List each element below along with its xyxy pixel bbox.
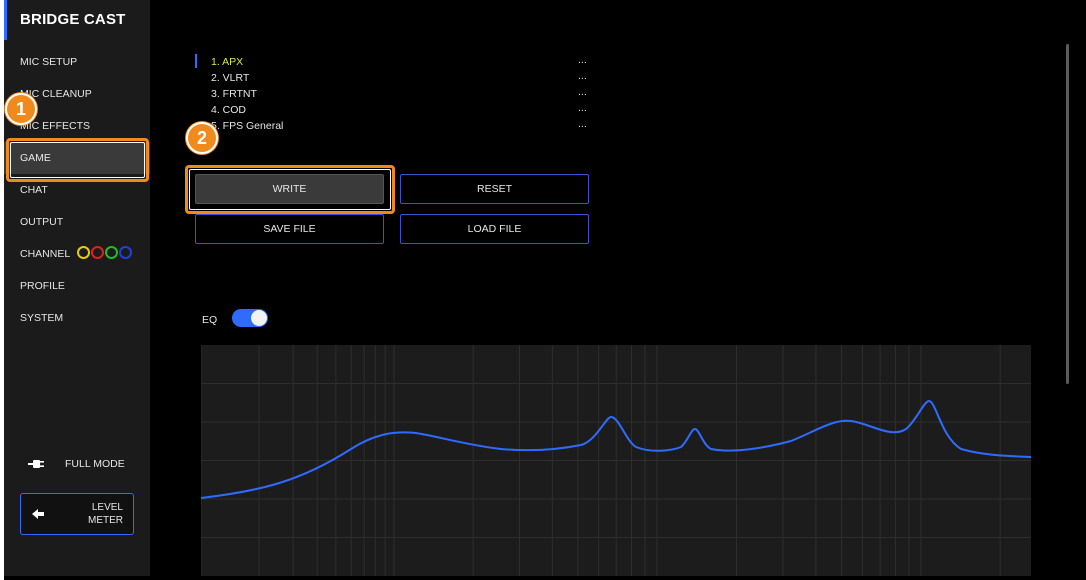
sidebar-item-game[interactable]: GAME	[4, 142, 150, 174]
preset-label: 5. FPS General	[211, 120, 284, 132]
level-meter-button[interactable]: LEVEL METER	[20, 493, 134, 535]
sidebar-item-label: PROFILE	[20, 280, 65, 292]
sidebar: BRIDGE CAST MIC SETUP MIC CLEANUP MIC EF…	[4, 0, 150, 576]
toggle-knob	[251, 310, 267, 326]
arrow-left-icon	[32, 509, 44, 519]
plug-icon	[28, 460, 44, 468]
channel-ring-red-icon	[90, 246, 104, 260]
sidebar-item-label: OUTPUT	[20, 216, 64, 228]
level-meter-label-line2: METER	[88, 515, 123, 526]
eq-graph[interactable]	[201, 345, 1031, 576]
write-button[interactable]: WRITE	[195, 174, 384, 204]
preset-item-vlrt[interactable]: 2. VLRT...	[195, 70, 595, 86]
preset-value: ...	[578, 102, 587, 114]
preset-item-fps-general[interactable]: 5. FPS General...	[195, 118, 595, 134]
sidebar-item-label: CHANNEL	[20, 248, 70, 260]
sidebar-item-channel[interactable]: CHANNEL	[4, 238, 150, 270]
sidebar-item-label: MIC SETUP	[20, 56, 78, 68]
full-mode-toggle[interactable]: FULL MODE	[4, 450, 150, 478]
channel-ring-yellow-icon	[76, 246, 90, 260]
preset-label: 3. FRTNT	[211, 88, 257, 100]
preset-item-frtnt[interactable]: 3. FRTNT...	[195, 86, 595, 102]
preset-list: 1. APX... 2. VLRT... 3. FRTNT... 4. COD.…	[195, 54, 595, 134]
sidebar-item-label: GAME	[20, 152, 51, 164]
scrollbar[interactable]	[1066, 44, 1069, 384]
preset-value: ...	[578, 86, 587, 98]
level-meter-label-line1: LEVEL	[91, 502, 123, 513]
save-file-button[interactable]: SAVE FILE	[195, 214, 384, 244]
preset-value: ...	[578, 118, 587, 130]
sidebar-item-profile[interactable]: PROFILE	[4, 270, 150, 302]
eq-toggle[interactable]	[232, 309, 268, 327]
sidebar-item-output[interactable]: OUTPUT	[4, 206, 150, 238]
sidebar-item-label: CHAT	[20, 184, 48, 196]
channel-ring-blue-icon	[118, 246, 132, 260]
preset-item-apx[interactable]: 1. APX...	[195, 54, 595, 70]
channel-ring-green-icon	[104, 246, 118, 260]
callout-badge-1: 1	[5, 93, 37, 125]
preset-label: 1. APX	[211, 56, 244, 68]
sidebar-item-label: SYSTEM	[20, 312, 64, 324]
callout-badge-2: 2	[186, 122, 218, 154]
preset-label: 2. VLRT	[211, 72, 250, 84]
reset-button[interactable]: RESET	[400, 174, 589, 204]
sidebar-item-chat[interactable]: CHAT	[4, 174, 150, 206]
channel-rings-icon	[76, 238, 133, 270]
preset-label: 4. COD	[211, 104, 247, 116]
preset-value: ...	[578, 70, 587, 82]
preset-value: ...	[578, 54, 587, 66]
app-title: BRIDGE CAST	[4, 0, 150, 40]
sidebar-item-mic-setup[interactable]: MIC SETUP	[4, 46, 150, 78]
load-file-button[interactable]: LOAD FILE	[400, 214, 589, 244]
preset-item-cod[interactable]: 4. COD...	[195, 102, 595, 118]
sidebar-item-system[interactable]: SYSTEM	[4, 302, 150, 334]
eq-label: EQ	[202, 314, 218, 326]
full-mode-label: FULL MODE	[65, 458, 125, 470]
